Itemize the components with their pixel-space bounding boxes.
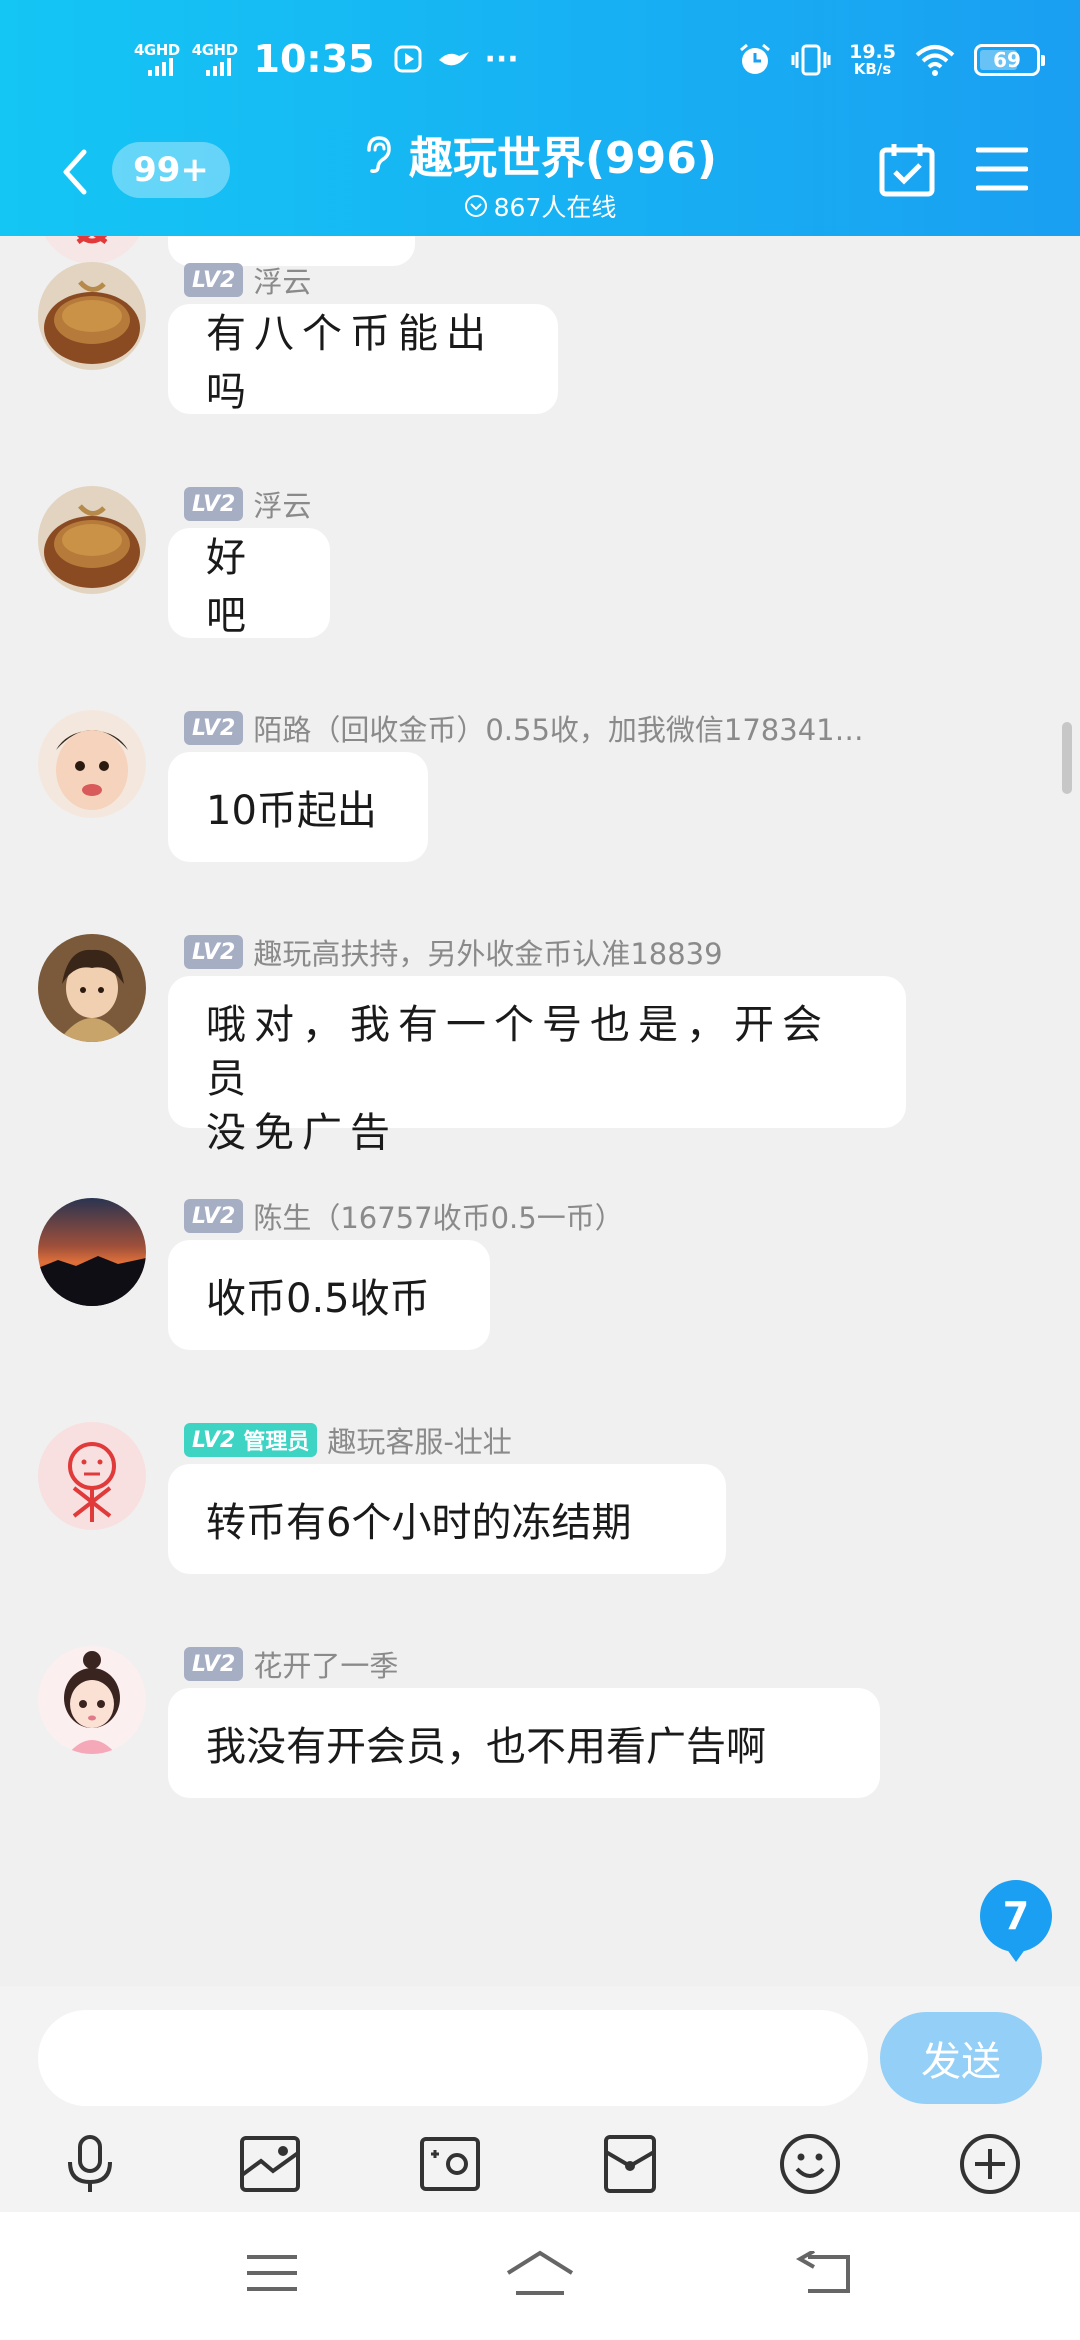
- sender-name[interactable]: 花开了一季: [253, 1643, 398, 1685]
- sim1-signal-icon: 4GHD: [134, 40, 180, 76]
- level-badge: LV2: [184, 487, 244, 521]
- chat-navbar: 99+ 趣玩世界(996) 867人在线: [0, 120, 1080, 236]
- emoji-button[interactable]: [770, 2124, 850, 2204]
- message-list[interactable]: 10个起转 LV2 浮云 有八个币能出吗 LV2 浮云 好吧 LV2 陌路（回收…: [0, 236, 1080, 1986]
- message-bubble[interactable]: 收币0.5收币: [168, 1240, 490, 1350]
- role-label: 管理员: [243, 1430, 310, 1455]
- send-button[interactable]: 发送: [880, 2012, 1042, 2104]
- system-navigation-bar: [0, 2212, 1080, 2340]
- avatar[interactable]: [38, 236, 146, 264]
- avatar[interactable]: [38, 710, 146, 818]
- online-count-label: 867人在线: [493, 193, 617, 222]
- avatar[interactable]: [38, 486, 146, 594]
- group-title-row[interactable]: 趣玩世界(996): [363, 122, 717, 186]
- menu-icon[interactable]: [976, 146, 1028, 192]
- red-packet-button[interactable]: [590, 2124, 670, 2204]
- status-bar: 4GHD 4GHD 10:35 ··· 19.5 KB/s 69: [0, 0, 1080, 120]
- microphone-icon: [68, 2135, 112, 2192]
- image-icon: [240, 2136, 300, 2192]
- message-text-line: 没免广告: [206, 1110, 398, 1156]
- back-icon: [795, 2251, 850, 2293]
- wifi-icon: [915, 45, 955, 76]
- back-nav-button[interactable]: [784, 2238, 864, 2308]
- vibrate-icon: [791, 44, 831, 76]
- sender-name[interactable]: 陌路（回收金币）0.55收，加我微信178341…: [253, 707, 863, 749]
- message-bubble[interactable]: 10币起出: [168, 752, 428, 862]
- message-input[interactable]: [38, 2010, 868, 2106]
- net-speed: 19.5 KB/s: [849, 41, 896, 78]
- message-bubble[interactable]: 好吧: [168, 528, 330, 639]
- message-text-line: 哦对，我有一个号也是，开会员: [206, 1002, 830, 1102]
- bird-icon: [438, 52, 469, 66]
- voice-button[interactable]: [50, 2124, 130, 2204]
- sim2-label: 4GHD: [191, 40, 238, 59]
- sender-name[interactable]: 陈生（16757收币0.5一币）: [253, 1195, 623, 1237]
- level-badge: LV2: [184, 263, 244, 297]
- play-icon: [394, 45, 421, 73]
- avatar[interactable]: [38, 262, 146, 370]
- message-bubble[interactable]: 转币有6个小时的冻结期: [168, 1464, 726, 1574]
- battery-icon: 69: [974, 44, 1045, 76]
- ear-icon: [367, 136, 391, 173]
- scrollbar[interactable]: [1062, 722, 1072, 794]
- image-button[interactable]: [230, 2124, 310, 2204]
- emoji-icon: [780, 2134, 840, 2194]
- red-packet-icon: [604, 2135, 656, 2193]
- battery-level: 69: [993, 48, 1021, 72]
- admin-badge: LV2 管理员: [184, 1423, 318, 1457]
- online-count[interactable]: 867人在线: [464, 188, 617, 224]
- avatar[interactable]: [38, 934, 146, 1042]
- calendar-check-icon[interactable]: [878, 140, 936, 198]
- header: 4GHD 4GHD 10:35 ··· 19.5 KB/s 69 99+ 趣玩世…: [0, 0, 1080, 236]
- level-badge: LV2: [184, 1199, 244, 1233]
- more-status-icon: ···: [484, 41, 519, 77]
- group-title: 趣玩世界(996): [408, 133, 718, 184]
- sender-name[interactable]: 浮云: [253, 483, 311, 525]
- avatar[interactable]: [38, 1646, 146, 1754]
- camera-icon: [420, 2137, 480, 2191]
- menu-icon: [247, 2255, 297, 2291]
- more-button[interactable]: [950, 2124, 1030, 2204]
- level-label: LV2: [192, 1427, 236, 1453]
- sender-name[interactable]: 趣玩高扶持，另外收金币认准18839: [253, 931, 722, 973]
- avatar[interactable]: [38, 1198, 146, 1306]
- camera-button[interactable]: [410, 2124, 490, 2204]
- message-bubble[interactable]: 我没有开会员，也不用看广告啊: [168, 1688, 880, 1798]
- plus-icon: [960, 2134, 1020, 2194]
- message-bubble[interactable]: 有八个币能出吗: [168, 304, 558, 415]
- home-icon: [506, 2250, 574, 2295]
- avatar[interactable]: [38, 1422, 146, 1530]
- new-messages-badge[interactable]: 7: [980, 1880, 1052, 1962]
- sender-name[interactable]: 趣玩客服-壮壮: [327, 1419, 511, 1461]
- clock: 10:35: [253, 37, 375, 81]
- message-bubble[interactable]: 哦对，我有一个号也是，开会员 没免广告: [168, 976, 906, 1156]
- level-badge: LV2: [184, 935, 244, 969]
- sender-name[interactable]: 浮云: [253, 259, 311, 301]
- level-badge: LV2: [184, 711, 244, 745]
- sim2-signal-icon: 4GHD: [191, 40, 238, 76]
- sim1-label: 4GHD: [134, 40, 180, 59]
- recent-apps-button[interactable]: [232, 2238, 312, 2308]
- level-badge: LV2: [184, 1647, 244, 1681]
- chevron-down-circle-icon: [464, 195, 487, 217]
- home-button[interactable]: [500, 2238, 580, 2308]
- input-toolbar: [0, 2124, 1080, 2204]
- input-area: 发送: [0, 1986, 1080, 2212]
- alarm-icon: [740, 43, 771, 74]
